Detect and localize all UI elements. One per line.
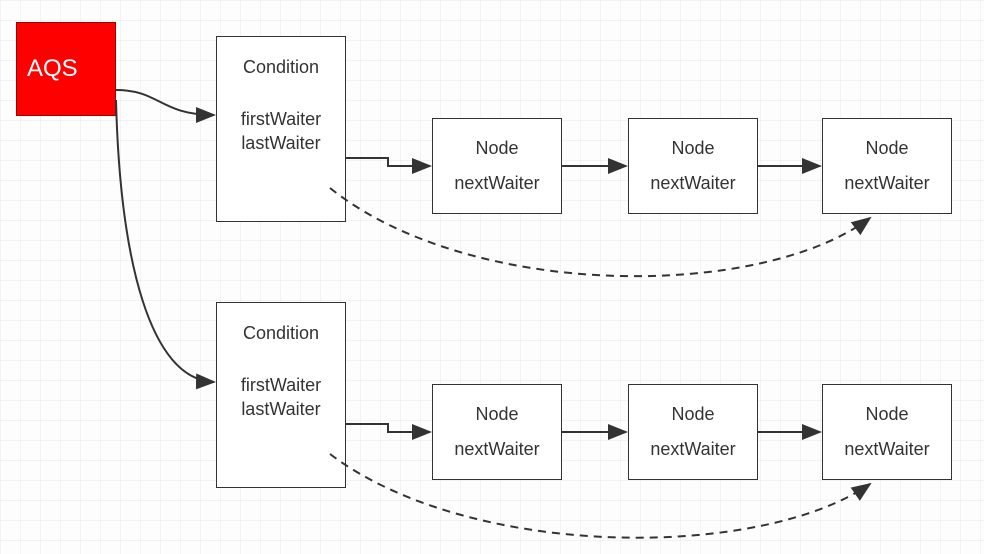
node-title: Node bbox=[475, 136, 518, 161]
condition-fields: firstWaiter lastWaiter bbox=[241, 108, 321, 155]
node-nextwaiter: nextWaiter bbox=[454, 171, 539, 196]
aqs-label: AQS bbox=[27, 52, 78, 86]
condition-fields: firstWaiter lastWaiter bbox=[241, 374, 321, 421]
node-box: Node nextWaiter bbox=[432, 118, 562, 214]
condition-box: Condition firstWaiter lastWaiter bbox=[216, 302, 346, 488]
node-box: Node nextWaiter bbox=[822, 118, 952, 214]
node-title: Node bbox=[671, 402, 714, 427]
condition-lastwaiter: lastWaiter bbox=[241, 132, 321, 155]
node-box: Node nextWaiter bbox=[432, 384, 562, 480]
node-nextwaiter: nextWaiter bbox=[650, 171, 735, 196]
node-box: Node nextWaiter bbox=[822, 384, 952, 480]
node-box: Node nextWaiter bbox=[628, 118, 758, 214]
aqs-box: AQS bbox=[16, 22, 116, 116]
node-title: Node bbox=[865, 136, 908, 161]
node-nextwaiter: nextWaiter bbox=[844, 437, 929, 462]
node-nextwaiter: nextWaiter bbox=[650, 437, 735, 462]
condition-firstwaiter: firstWaiter bbox=[241, 108, 321, 131]
node-nextwaiter: nextWaiter bbox=[844, 171, 929, 196]
condition-title: Condition bbox=[243, 55, 319, 80]
condition-lastwaiter: lastWaiter bbox=[241, 398, 321, 421]
node-title: Node bbox=[865, 402, 908, 427]
condition-firstwaiter: firstWaiter bbox=[241, 374, 321, 397]
condition-box: Condition firstWaiter lastWaiter bbox=[216, 36, 346, 222]
condition-title: Condition bbox=[243, 321, 319, 346]
node-nextwaiter: nextWaiter bbox=[454, 437, 539, 462]
node-box: Node nextWaiter bbox=[628, 384, 758, 480]
node-title: Node bbox=[671, 136, 714, 161]
node-title: Node bbox=[475, 402, 518, 427]
